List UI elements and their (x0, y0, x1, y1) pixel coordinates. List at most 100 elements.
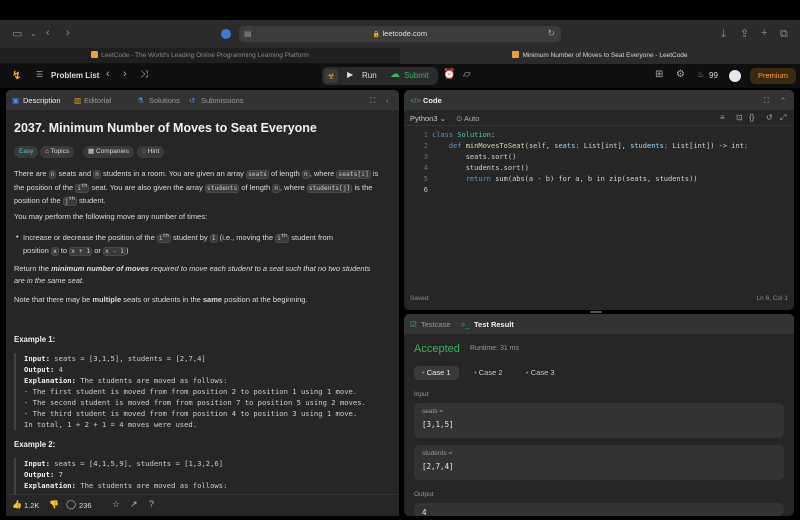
list-icon: ☰ (36, 70, 44, 79)
browser-tab-home[interactable]: LeetCode - The World's Leading Online Pr… (0, 48, 400, 64)
timer-icon[interactable]: ⏰ (443, 69, 455, 80)
language-label: Python3 (410, 114, 438, 123)
output-label: Output (414, 491, 434, 498)
building-icon: ▦ (88, 148, 95, 155)
topics-label: Topics (50, 148, 70, 155)
example-output: Output: 7 (24, 469, 392, 480)
problem-statement-p1: There are n seats and n students in a ro… (14, 168, 392, 208)
thumbs-up-icon[interactable]: 👍 (12, 500, 22, 509)
comment-icon[interactable]: ◯ (66, 499, 76, 510)
label: Input: (24, 459, 50, 468)
format-icon[interactable]: ≡ (720, 113, 725, 122)
sidebar-icon[interactable]: ▭ (12, 28, 22, 40)
download-icon[interactable]: ⤓ (721, 28, 726, 40)
thumbs-down-icon[interactable]: 👎 (49, 500, 59, 509)
maximize-icon[interactable]: ⛶ (764, 96, 769, 106)
tab-submissions[interactable]: Submissions (201, 96, 244, 105)
collapse-icon[interactable]: ‹ (386, 96, 389, 105)
help-icon[interactable]: ? (149, 499, 154, 509)
input-box: seats = [3,1,5] (414, 403, 784, 438)
tab-overview-icon[interactable]: ⧉ (780, 28, 788, 40)
text: seats and (56, 169, 94, 178)
language-select[interactable]: Python3 ⌄ (410, 114, 446, 123)
share-icon[interactable]: ⇪ (740, 28, 749, 40)
example-input: Input: seats = [3,1,5], students = [2,7,… (24, 353, 392, 364)
result-status: Accepted (414, 343, 460, 355)
layout-icon[interactable]: ⊞ (655, 69, 663, 80)
settings-icon[interactable]: ⚙ (676, 69, 685, 80)
case-tab-1[interactable]: • Case 1 (414, 366, 459, 380)
prev-problem-icon[interactable]: ‹ (106, 68, 110, 80)
text: student by (170, 233, 210, 243)
value: 4 (54, 365, 63, 374)
case-tab-3[interactable]: • Case 3 (518, 366, 563, 380)
label: Explanation: (24, 376, 76, 385)
comment-count[interactable]: 236 (79, 501, 92, 510)
resize-handle[interactable] (590, 311, 602, 313)
code-text: seats.sort() (432, 153, 517, 161)
hint-chip[interactable]: ◌ Hint (137, 146, 165, 158)
submit-button[interactable]: Submit (404, 71, 429, 80)
tab-editorial[interactable]: Editorial (84, 96, 111, 105)
explanation-line: - The third student is moved from from p… (24, 409, 358, 418)
problem-list-link[interactable]: Problem List (51, 71, 99, 80)
lock-icon: ⊙ (456, 114, 463, 123)
debug-icon[interactable]: ☣ (324, 69, 338, 83)
difficulty-badge[interactable]: Easy (14, 146, 39, 158)
braces-icon[interactable]: {} (749, 113, 754, 122)
maximize-icon[interactable]: ⛶ (370, 96, 375, 106)
code-line: 1 class Solution: (404, 130, 794, 141)
reload-icon[interactable]: ↻ (547, 28, 555, 39)
tab-test-result[interactable]: Test Result (474, 320, 514, 329)
companies-chip[interactable]: ▦ Companies (83, 146, 134, 158)
back-icon[interactable]: ‹ (46, 27, 50, 39)
code-editor[interactable]: 1 class Solution: 2 def minMovesToSeat(se… (404, 130, 794, 196)
chevron-down-icon[interactable]: ⌄ (30, 28, 37, 40)
next-problem-icon[interactable]: › (123, 68, 127, 80)
reset-icon[interactable]: ↺ (766, 113, 773, 122)
case-tab-2[interactable]: • Case 2 (466, 366, 511, 380)
token: : List[int], (575, 142, 631, 150)
forward-icon[interactable]: › (66, 27, 70, 39)
address-bar[interactable]: ▤ 🔒 leetcode.com ↻ (239, 26, 561, 42)
example-1-block: Input: seats = [3,1,5], students = [2,7,… (14, 353, 392, 430)
browser-tab-problem[interactable]: Minimum Number of Moves to Seat Everyone… (400, 48, 800, 64)
avatar[interactable] (729, 70, 741, 82)
extension-icon[interactable] (221, 29, 231, 39)
lock-icon: 🔒 (372, 32, 381, 38)
leetcode-logo[interactable]: ↯ (12, 69, 21, 82)
tab-description[interactable]: Description (23, 96, 61, 105)
output-box: 4 (414, 503, 784, 516)
star-icon[interactable]: ☆ (112, 499, 120, 510)
inline-code: seats (246, 170, 269, 179)
hint-label: Hint (147, 148, 160, 155)
inline-code: x (50, 246, 59, 256)
topics-chip[interactable]: ⌂ Topics (40, 146, 75, 158)
code-panel: </> Code ⛶ ⌃ Python3 ⌄ ⊙ Auto ≡ ⊡ {} ↺ ⤢… (404, 90, 794, 310)
like-count[interactable]: 1.2K (24, 501, 39, 510)
text: position at the beginning. (222, 295, 308, 304)
text: of length (268, 169, 302, 178)
play-icon: ▶ (347, 70, 354, 79)
collapse-icon[interactable]: ⌃ (780, 96, 786, 105)
problem-title: 2037. Minimum Number of Moves to Seat Ev… (14, 121, 317, 135)
shuffle-icon[interactable]: ⤨ (140, 69, 148, 80)
text: There are (14, 169, 49, 178)
example-output: Output: 4 (24, 364, 392, 375)
inline-code: seats[i] (336, 170, 371, 179)
tab-testcase[interactable]: Testcase (421, 320, 451, 329)
emphasis: multiple (92, 295, 122, 304)
premium-button[interactable]: Premium (750, 68, 796, 84)
run-button[interactable]: Run (362, 71, 377, 80)
text: student. (76, 196, 106, 206)
share-icon[interactable]: ↗ (130, 499, 138, 510)
pass-dot-icon: • (422, 368, 425, 377)
bookmark-icon[interactable]: ⊡ (736, 113, 743, 122)
notes-icon[interactable]: ▱ (463, 69, 471, 80)
new-tab-icon[interactable]: + (761, 27, 767, 39)
tab-solutions[interactable]: Solutions (149, 96, 180, 105)
value: 7 (54, 470, 63, 479)
streak-count[interactable]: 99 (709, 71, 718, 80)
fullscreen-icon[interactable]: ⤢ (780, 113, 786, 123)
mode-select[interactable]: ⊙ Auto (456, 114, 479, 123)
